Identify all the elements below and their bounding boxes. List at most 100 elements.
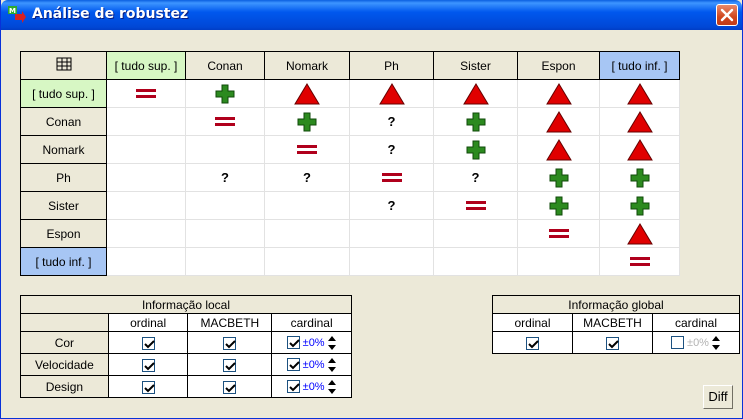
matrix-cell[interactable] (106, 219, 186, 248)
matrix-cell[interactable]: ? (264, 163, 350, 192)
matrix-cell[interactable] (264, 219, 350, 248)
column-header[interactable]: Sister (433, 51, 518, 80)
global-cardinal-checkbox[interactable] (671, 336, 685, 349)
matrix-cell[interactable] (185, 107, 265, 136)
cardinal-checkbox[interactable] (286, 380, 300, 393)
macbeth-checkbox[interactable] (223, 380, 237, 394)
check-icon (225, 339, 237, 349)
matrix-cell[interactable] (185, 191, 265, 220)
plus-icon (549, 196, 568, 215)
matrix-cell[interactable]: ? (349, 135, 434, 164)
column-header[interactable]: Ph (349, 51, 434, 80)
matrix-cell[interactable] (185, 219, 265, 248)
spin-arrows-icon (327, 357, 336, 372)
matrix-cell[interactable] (106, 247, 186, 276)
matrix-cell[interactable] (599, 135, 680, 164)
global-ordinal-checkbox[interactable] (526, 336, 539, 350)
matrix-cell[interactable] (599, 191, 680, 220)
matrix-cell[interactable] (185, 247, 265, 276)
matrix-cell[interactable] (433, 191, 518, 220)
check-icon (225, 383, 237, 393)
ordinal-checkbox[interactable] (141, 336, 155, 350)
matrix-cell[interactable] (599, 219, 680, 248)
matrix-cell[interactable] (599, 107, 680, 136)
matrix-cell[interactable] (264, 135, 350, 164)
row-header[interactable]: [ tudo inf. ] (20, 247, 107, 276)
matrix-cell[interactable] (517, 191, 600, 220)
plus-icon (215, 84, 235, 103)
check-icon (143, 361, 155, 371)
row-header[interactable]: Nomark (20, 135, 107, 164)
column-header[interactable]: [ tudo sup. ] (106, 51, 186, 80)
column-header[interactable]: Espon (517, 51, 600, 80)
triangle-up-icon (545, 110, 572, 132)
matrix-cell[interactable] (264, 191, 350, 220)
ordinal-checkbox[interactable] (141, 380, 155, 394)
matrix-cell[interactable] (433, 247, 518, 276)
matrix-cell[interactable] (599, 163, 680, 192)
column-header[interactable]: Conan (185, 51, 265, 80)
global-pct-value[interactable]: ±0% (687, 337, 709, 349)
matrix-cell[interactable] (517, 219, 600, 248)
spin-arrows-icon (711, 335, 720, 350)
row-header[interactable]: Espon (20, 219, 107, 248)
matrix-cell[interactable] (106, 163, 186, 192)
pct-spinner[interactable] (327, 335, 337, 351)
cardinal-checkbox[interactable] (286, 358, 300, 371)
matrix-cell[interactable] (106, 79, 186, 108)
matrix-cell[interactable] (433, 107, 518, 136)
matrix-cell[interactable] (185, 135, 265, 164)
cardinal-checkbox[interactable] (286, 336, 300, 349)
diff-button[interactable]: Diff (703, 385, 733, 409)
pct-spinner[interactable] (327, 379, 337, 395)
matrix-cell[interactable] (349, 219, 434, 248)
matrix-cell[interactable] (517, 135, 600, 164)
matrix-cell[interactable]: ? (185, 163, 265, 192)
matrix-cell[interactable] (517, 107, 600, 136)
matrix-cell[interactable] (349, 163, 434, 192)
matrix-cell[interactable]: ? (349, 107, 434, 136)
matrix-cell[interactable] (264, 107, 350, 136)
matrix-cell[interactable] (185, 79, 265, 108)
ordinal-checkbox[interactable] (141, 358, 155, 372)
pct-value[interactable]: ±0% (303, 381, 325, 393)
pct-spinner[interactable] (711, 335, 721, 351)
matrix-cell[interactable] (349, 79, 434, 108)
matrix-cell[interactable] (517, 247, 600, 276)
equal-icon (136, 89, 156, 99)
pct-value[interactable]: ±0% (303, 359, 325, 371)
triangle-up-icon (545, 82, 572, 104)
spin-arrows-icon (327, 379, 336, 394)
macbeth-checkbox[interactable] (223, 358, 237, 372)
matrix-cell[interactable] (106, 135, 186, 164)
pct-spinner[interactable] (327, 357, 337, 373)
corner-cell[interactable] (20, 51, 107, 80)
matrix-cell[interactable] (106, 191, 186, 220)
column-header[interactable]: Nomark (264, 51, 350, 80)
matrix-cell[interactable] (433, 79, 518, 108)
triangle-up-icon (626, 138, 653, 160)
matrix-cell[interactable]: ? (433, 163, 518, 192)
matrix-cell[interactable]: ? (349, 191, 434, 220)
matrix-cell[interactable] (433, 219, 518, 248)
matrix-cell[interactable] (264, 79, 350, 108)
local-col-header: cardinal (271, 313, 352, 332)
row-header[interactable]: Conan (20, 107, 107, 136)
row-header[interactable]: [ tudo sup. ] (20, 79, 107, 108)
matrix-cell[interactable] (517, 79, 600, 108)
global-macbeth-checkbox[interactable] (606, 336, 619, 350)
close-button[interactable] (716, 4, 738, 26)
pct-value[interactable]: ±0% (303, 337, 325, 349)
macbeth-checkbox[interactable] (223, 336, 237, 350)
matrix-cell[interactable] (433, 135, 518, 164)
column-header[interactable]: [ tudo inf. ] (599, 51, 680, 80)
matrix-cell[interactable] (106, 107, 186, 136)
row-header[interactable]: Sister (20, 191, 107, 220)
matrix-cell[interactable] (349, 247, 434, 276)
matrix-cell[interactable] (264, 247, 350, 276)
matrix-cell[interactable] (599, 247, 680, 276)
title-bar[interactable]: M Análise de robustez (1, 0, 742, 30)
matrix-cell[interactable] (599, 79, 680, 108)
row-header[interactable]: Ph (20, 163, 107, 192)
matrix-cell[interactable] (517, 163, 600, 192)
